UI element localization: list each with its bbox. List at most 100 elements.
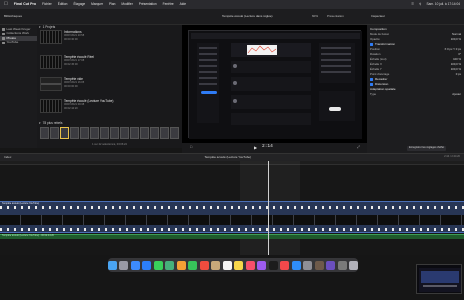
project-duration: 2:44 / 2:44:20 [444,155,460,159]
viewer[interactable] [182,25,367,143]
filmstrip-frames [0,215,464,225]
clip-frame[interactable] [80,127,89,139]
settings-icon[interactable] [303,260,313,270]
checkbox-icon[interactable] [370,43,373,46]
sidebar-item-youtube[interactable]: YouTube [0,41,37,46]
clip-item[interactable]: Tempête écoulé (Lecture YouTube) 06/07/2… [40,99,145,115]
clip-frame[interactable] [160,127,169,139]
menu-mark[interactable]: Marquer [91,2,103,6]
clip-frame[interactable] [110,127,119,139]
clip-thumbnail [40,77,62,91]
clip-frame[interactable] [150,127,159,139]
trash-icon[interactable] [349,260,359,270]
audio-clip[interactable] [0,234,464,239]
messages-icon[interactable] [153,260,163,270]
appstore-icon[interactable] [291,260,301,270]
picture-in-picture-preview[interactable] [416,264,462,294]
playhead[interactable] [268,161,269,255]
inspector-value[interactable]: 100,0 % [451,68,461,71]
checkbox-icon[interactable] [370,83,373,86]
group-label: 1 Projets [42,24,56,29]
clip-frame[interactable] [120,127,129,139]
mail-icon[interactable] [142,260,152,270]
disclosure-icon[interactable]: ▾ [39,121,41,125]
clip-frame[interactable] [170,127,179,139]
clip-frame[interactable] [60,127,69,139]
podcasts-icon[interactable] [257,260,267,270]
timeline[interactable]: Tempête écoulé (Lecture YouTube) Tempête… [0,161,464,255]
clock[interactable]: Sam. 10 juil. à 17:14:04 [427,2,461,6]
tv-icon[interactable] [268,260,278,270]
maps-icon[interactable] [165,260,175,270]
clip-frame[interactable] [90,127,99,139]
transform-icon[interactable]: □ [190,145,192,150]
contacts-icon[interactable] [211,260,221,270]
preview-graphic [419,268,461,292]
finalcut-icon[interactable] [314,260,324,270]
clip-frame[interactable] [100,127,109,139]
save-effects-button[interactable]: Enregistrer les réglages d'effet [407,146,447,151]
timeline-ruler[interactable] [0,161,464,165]
clip-item[interactable]: Informations 06/07/2021 20:58 00:00:30:0… [40,30,145,46]
video-clip[interactable] [0,201,464,233]
inspector-value[interactable]: Normal [452,33,461,36]
menu-view[interactable]: Présentation [139,2,157,6]
menu-modify[interactable]: Modifier [121,2,132,6]
search-icon[interactable]: ⚲ [419,2,421,6]
menu-clip[interactable]: Plan [109,2,115,6]
group-header[interactable]: ▾ 78 plus rebels [37,121,62,126]
viewer-toolbar: Tempête écoulé (Lecture dans réglée) 60%… [182,9,367,25]
inspector-value[interactable]: X 0 px Y 0 px [444,48,461,51]
photos-icon[interactable] [176,260,186,270]
inspector-label: Échelle Y [370,67,382,72]
clip-duration: 00:02:45:00 [64,63,78,67]
disclosure-icon[interactable]: ▾ [39,25,41,29]
wifi-icon[interactable]: ☰ [411,2,414,6]
clip-frame[interactable] [130,127,139,139]
compressor-icon[interactable] [337,260,347,270]
finder-icon[interactable] [107,260,117,270]
inspector-value[interactable]: 100 % [453,58,461,61]
inspector-row-type[interactable]: Type Ajuster [370,92,461,97]
index-button[interactable]: Index [4,156,11,159]
launchpad-icon[interactable] [119,260,129,270]
menu-help[interactable]: Aide [180,2,186,6]
inspector-value[interactable]: Ajuster [452,93,461,96]
fullscreen-icon[interactable]: ⤢ [357,145,360,150]
sidebar-item-label: Collections Work [6,31,29,36]
news-icon[interactable] [280,260,290,270]
filmstrip-sprockets [0,206,464,209]
safari-icon[interactable] [130,260,140,270]
view-popup[interactable]: Présentation [327,15,344,18]
menu-trim[interactable]: Élagage [73,2,85,6]
app-menu[interactable]: Final Cut Pro [14,2,36,7]
motion-icon[interactable] [326,260,336,270]
clip-item[interactable]: Tempête vide 06/07/2021 16:05 00:00:00:0… [40,77,145,93]
checkbox-icon[interactable] [370,78,373,81]
clip-frame[interactable] [40,127,49,139]
facetime-icon[interactable] [188,260,198,270]
clip-frame[interactable] [70,127,79,139]
inspector-title: Inspecteur [371,14,386,18]
inspector-value[interactable]: 0 px [456,73,461,76]
timecode-display[interactable]: 2:14 [262,144,273,150]
clip-frame[interactable] [50,127,59,139]
zoom-popup[interactable]: 60% [312,15,318,18]
menu-edit[interactable]: Édition [58,2,68,6]
inspector-toolbar: Inspecteur [367,9,464,25]
menu-file[interactable]: Fichier [42,2,52,6]
reminders-icon[interactable] [222,260,232,270]
clip-item[interactable]: Tempête écoulé Réel 06/07/2021 17:08 00:… [40,55,145,71]
menu-window[interactable]: Fenêtre [163,2,174,6]
clip-frame[interactable] [140,127,149,139]
clip-filmstrip[interactable] [40,127,179,139]
clip-duration: 00:02:44:20 [64,107,78,111]
calendar-icon[interactable] [199,260,209,270]
music-icon[interactable] [245,260,255,270]
inspector-value[interactable]: 100,0 % [451,38,461,41]
notes-icon[interactable] [234,260,244,270]
inspector-value[interactable]: 100,0 % [451,63,461,66]
play-icon[interactable]: ▶ [254,146,257,150]
inspector-value[interactable]: 0° [458,53,461,56]
apple-icon[interactable]:  [4,2,8,7]
